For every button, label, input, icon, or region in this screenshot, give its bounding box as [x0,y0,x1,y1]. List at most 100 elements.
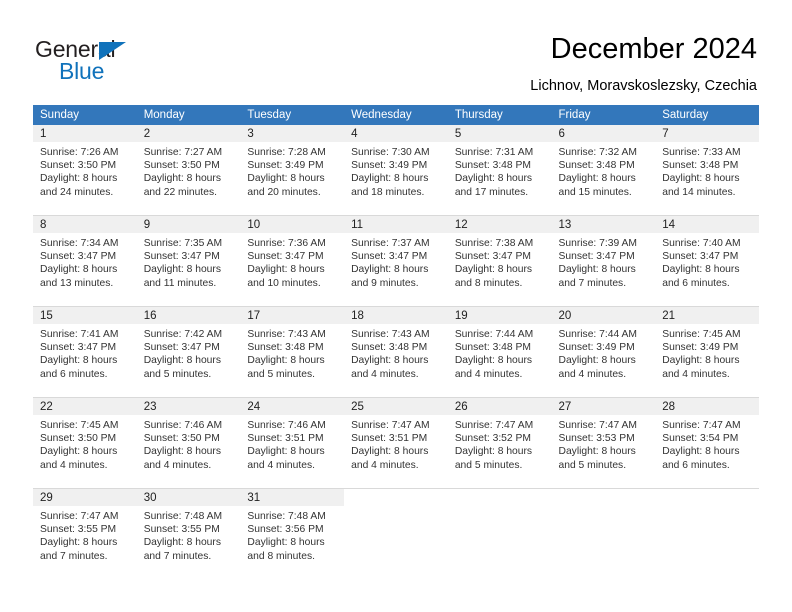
sunrise-text: Sunrise: 7:47 AM [454,420,534,431]
calendar-day-cell[interactable]: 26 Sunrise: 7:47 AM Sunset: 3:52 PM Dayligh… [447,397,552,489]
daylight-text-line2: and 4 minutes. [454,368,523,380]
sunrise-text: Sunrise: 7:38 AM [454,238,534,249]
calendar-week-row: 15 Sunrise: 7:41 AM Sunset: 3:47 PM Dayligh… [33,306,759,398]
daylight-text-line1: Daylight: 8 hours [558,173,636,185]
calendar-day-cell[interactable]: 3 Sunrise: 7:28 AM Sunset: 3:49 PM Daylight… [240,125,345,216]
day-number: 22 [33,398,137,415]
day-details: Sunrise: 7:31 AM Sunset: 3:48 PM Daylight:… [448,142,552,199]
weekday-header-wednesday: Wednesday [344,105,448,125]
calendar-day-cell-empty [551,488,656,579]
daylight-text-line2: and 4 minutes. [247,459,315,471]
daylight-text-line1: Daylight: 8 hours [247,264,325,276]
daylight-text-line2: and 4 minutes. [558,368,627,380]
sunset-text: Sunset: 3:55 PM [40,524,117,536]
daylight-text-line2: and 6 minutes. [662,277,730,289]
calendar-day-cell[interactable]: 21 Sunrise: 7:45 AM Sunset: 3:49 PM Dayligh… [655,306,759,398]
day-number: 5 [447,125,552,142]
sunset-text: Sunset: 3:47 PM [40,342,117,354]
calendar-day-cell[interactable]: 17 Sunrise: 7:43 AM Sunset: 3:48 PM Dayligh… [240,306,345,398]
daylight-text-line2: and 8 minutes. [247,550,315,562]
calendar-day-cell[interactable]: 31 Sunrise: 7:48 AM Sunset: 3:56 PM Dayligh… [240,488,345,579]
day-number: 6 [551,125,656,142]
daylight-text-line1: Daylight: 8 hours [40,264,118,276]
calendar-day-cell[interactable]: 30 Sunrise: 7:48 AM Sunset: 3:55 PM Dayligh… [136,488,241,579]
day-details: Sunrise: 7:44 AM Sunset: 3:49 PM Daylight:… [552,324,656,381]
daylight-text-line1: Daylight: 8 hours [351,264,429,276]
day-number: 11 [344,216,448,233]
daylight-text-line2: and 4 minutes. [662,368,730,380]
day-details: Sunrise: 7:34 AM Sunset: 3:47 PM Daylight:… [33,233,137,290]
calendar-day-cell[interactable]: 28 Sunrise: 7:47 AM Sunset: 3:54 PM Dayligh… [655,397,759,489]
day-number: 8 [33,216,137,233]
day-cell-inner: 23 Sunrise: 7:46 AM Sunset: 3:50 PM Dayligh… [136,398,241,488]
day-cell-inner: 19 Sunrise: 7:44 AM Sunset: 3:48 PM Dayligh… [447,307,552,397]
sunrise-text: Sunrise: 7:35 AM [143,238,223,249]
calendar-day-cell[interactable]: 11 Sunrise: 7:37 AM Sunset: 3:47 PM Dayligh… [344,215,448,307]
sunset-text: Sunset: 3:55 PM [143,524,220,536]
sunrise-text: Sunrise: 7:46 AM [143,420,223,431]
daylight-text-line1: Daylight: 8 hours [40,537,118,549]
calendar-day-cell[interactable]: 12 Sunrise: 7:38 AM Sunset: 3:47 PM Dayligh… [447,215,552,307]
daylight-text-line2: and 5 minutes. [454,459,523,471]
calendar-day-cell[interactable]: 19 Sunrise: 7:44 AM Sunset: 3:48 PM Dayligh… [447,306,552,398]
calendar-day-cell[interactable]: 2 Sunrise: 7:27 AM Sunset: 3:50 PM Daylight… [136,125,241,216]
calendar-day-cell[interactable]: 4 Sunrise: 7:30 AM Sunset: 3:49 PM Daylight… [344,125,448,216]
sunset-text: Sunset: 3:50 PM [40,160,117,172]
daylight-text-line1: Daylight: 8 hours [351,173,429,185]
sunrise-text: Sunrise: 7:47 AM [40,511,119,522]
calendar-day-cell[interactable]: 23 Sunrise: 7:46 AM Sunset: 3:50 PM Dayligh… [136,397,241,489]
calendar-day-cell[interactable]: 6 Sunrise: 7:32 AM Sunset: 3:48 PM Daylight… [551,125,656,216]
day-number: 29 [33,489,137,506]
sunrise-text: Sunrise: 7:28 AM [247,147,326,158]
calendar-day-cell[interactable]: 9 Sunrise: 7:35 AM Sunset: 3:47 PM Daylight… [136,215,241,307]
day-details [655,506,759,510]
generalblue-logo[interactable]: General Blue [35,36,235,86]
calendar-day-cell[interactable]: 24 Sunrise: 7:46 AM Sunset: 3:51 PM Dayligh… [240,397,345,489]
day-details: Sunrise: 7:44 AM Sunset: 3:48 PM Daylight:… [448,324,552,381]
day-number: 15 [33,307,137,324]
day-cell-inner: 31 Sunrise: 7:48 AM Sunset: 3:56 PM Dayligh… [240,489,345,579]
calendar-day-cell[interactable]: 20 Sunrise: 7:44 AM Sunset: 3:49 PM Dayligh… [551,306,656,398]
daylight-text-line1: Daylight: 8 hours [351,446,429,458]
calendar-day-cell[interactable]: 14 Sunrise: 7:40 AM Sunset: 3:47 PM Dayligh… [655,215,759,307]
calendar-day-cell[interactable]: 13 Sunrise: 7:39 AM Sunset: 3:47 PM Dayligh… [551,215,656,307]
day-number: 25 [344,398,448,415]
calendar-day-cell[interactable]: 5 Sunrise: 7:31 AM Sunset: 3:48 PM Daylight… [447,125,552,216]
calendar-day-cell[interactable]: 27 Sunrise: 7:47 AM Sunset: 3:53 PM Dayligh… [551,397,656,489]
calendar-day-cell[interactable]: 10 Sunrise: 7:36 AM Sunset: 3:47 PM Dayligh… [240,215,345,307]
day-cell-inner: 17 Sunrise: 7:43 AM Sunset: 3:48 PM Dayligh… [240,307,345,397]
day-number [655,489,759,506]
calendar-day-cell[interactable]: 16 Sunrise: 7:42 AM Sunset: 3:47 PM Dayligh… [136,306,241,398]
day-cell-inner: 16 Sunrise: 7:42 AM Sunset: 3:47 PM Dayligh… [136,307,241,397]
sunset-text: Sunset: 3:47 PM [351,251,428,263]
daylight-text-line2: and 5 minutes. [558,459,627,471]
day-cell-inner: 6 Sunrise: 7:32 AM Sunset: 3:48 PM Daylight… [551,125,656,215]
sunset-text: Sunset: 3:49 PM [247,160,324,172]
calendar-day-cell[interactable]: 29 Sunrise: 7:47 AM Sunset: 3:55 PM Dayligh… [33,488,137,579]
daylight-text-line1: Daylight: 8 hours [143,264,221,276]
calendar-day-cell[interactable]: 15 Sunrise: 7:41 AM Sunset: 3:47 PM Dayligh… [33,306,137,398]
day-cell-inner: 13 Sunrise: 7:39 AM Sunset: 3:47 PM Dayligh… [551,216,656,306]
day-cell-inner: 29 Sunrise: 7:47 AM Sunset: 3:55 PM Dayligh… [33,489,137,579]
calendar-day-cell[interactable]: 1 Sunrise: 7:26 AM Sunset: 3:50 PM Daylight… [33,125,137,216]
calendar-day-cell[interactable]: 7 Sunrise: 7:33 AM Sunset: 3:48 PM Daylight… [655,125,759,216]
page-header: General Blue December 2024 Lichnov, Mora… [0,0,792,100]
logo-text-blue: Blue [59,58,105,84]
daylight-text-line2: and 4 minutes. [40,459,108,471]
calendar-day-cell[interactable]: 8 Sunrise: 7:34 AM Sunset: 3:47 PM Daylight… [33,215,137,307]
day-cell-inner: 27 Sunrise: 7:47 AM Sunset: 3:53 PM Dayligh… [551,398,656,488]
daylight-text-line2: and 7 minutes. [40,550,108,562]
sunrise-text: Sunrise: 7:47 AM [662,420,741,431]
day-cell-inner [344,489,448,579]
daylight-text-line1: Daylight: 8 hours [662,446,740,458]
calendar-day-cell[interactable]: 22 Sunrise: 7:45 AM Sunset: 3:50 PM Dayligh… [33,397,137,489]
sunset-text: Sunset: 3:51 PM [351,433,428,445]
calendar-day-cell[interactable]: 18 Sunrise: 7:43 AM Sunset: 3:48 PM Dayligh… [344,306,448,398]
day-cell-inner: 1 Sunrise: 7:26 AM Sunset: 3:50 PM Daylight… [33,125,137,215]
day-details: Sunrise: 7:47 AM Sunset: 3:53 PM Daylight:… [552,415,656,472]
daylight-text-line2: and 5 minutes. [143,368,212,380]
day-number: 30 [136,489,241,506]
calendar-week-row: 29 Sunrise: 7:47 AM Sunset: 3:55 PM Dayligh… [33,488,759,579]
day-cell-inner: 4 Sunrise: 7:30 AM Sunset: 3:49 PM Daylight… [344,125,448,215]
calendar-day-cell[interactable]: 25 Sunrise: 7:47 AM Sunset: 3:51 PM Dayligh… [344,397,448,489]
